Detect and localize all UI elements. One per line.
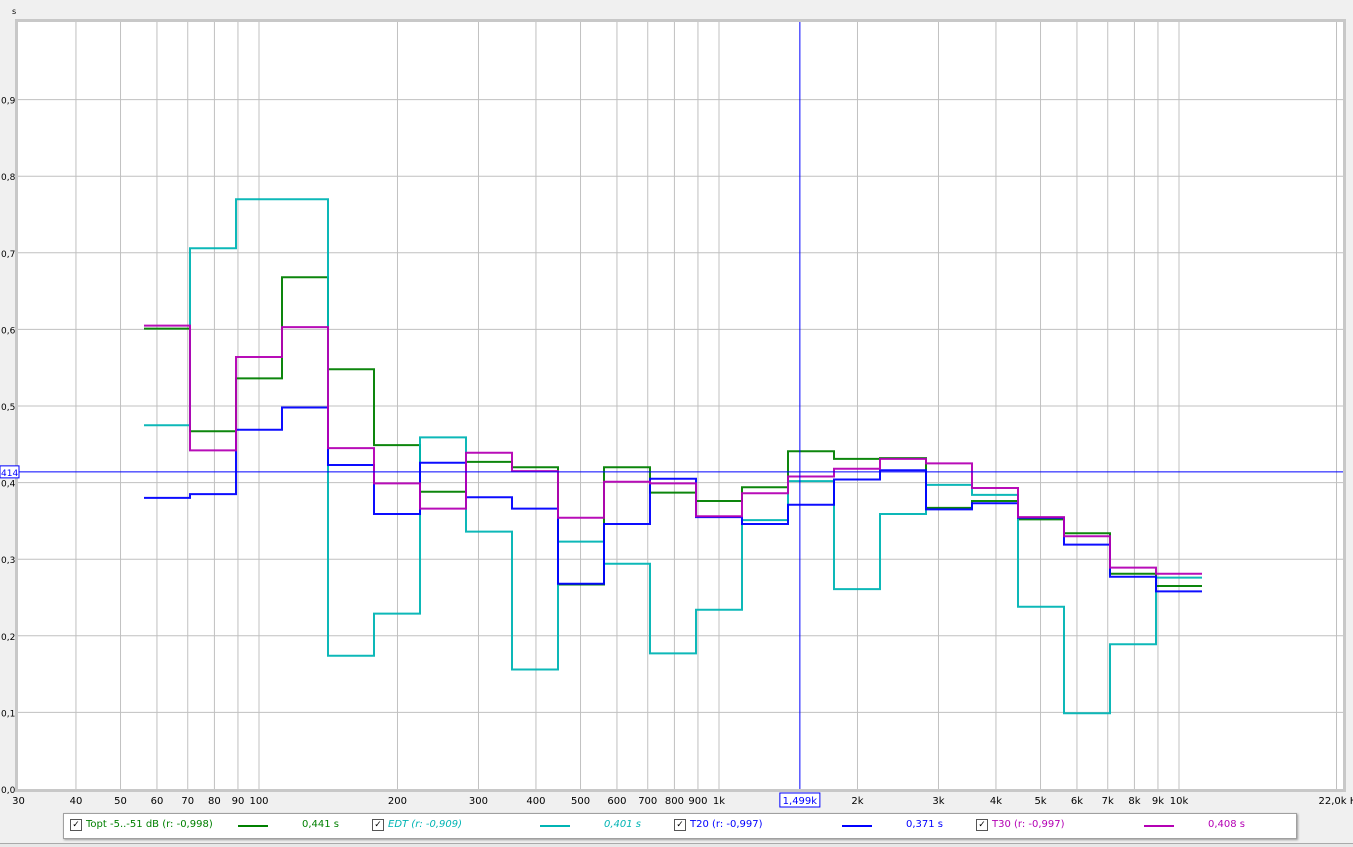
y-axis-unit: s: [12, 7, 16, 16]
legend-cursor-value-1: 0,401 s: [604, 819, 642, 830]
x-tick-label: 22,0k Hz: [1319, 796, 1353, 807]
legend-checkbox-1[interactable]: ✓: [372, 819, 384, 831]
y-tick-label: 0,8: [1, 173, 16, 183]
x-tick-label: 900: [688, 796, 707, 807]
legend-cursor-value-0: 0,441 s: [302, 819, 340, 830]
legend-swatch-3: [1144, 825, 1174, 827]
cursor-x-label: 1,499k: [783, 796, 818, 807]
y-tick-label: 0,3: [1, 556, 15, 566]
legend-cursor-value-3: 0,408 s: [1208, 819, 1246, 830]
x-tick-label: 300: [469, 796, 488, 807]
x-tick-label: 6k: [1071, 796, 1083, 807]
x-tick-label: 200: [388, 796, 407, 807]
y-tick-label: 0,7: [1, 250, 15, 260]
x-tick-label: 600: [607, 796, 626, 807]
x-tick-label: 5k: [1034, 796, 1046, 807]
x-tick-label: 1k: [713, 796, 725, 807]
x-tick-label: 9k: [1152, 796, 1164, 807]
legend-label-2: T20 (r: -0,997): [690, 819, 763, 830]
legend-swatch-0: [238, 825, 268, 827]
status-bar: [0, 843, 1353, 847]
legend-swatch-1: [540, 825, 570, 827]
x-tick-label: 50: [114, 796, 127, 807]
y-tick-label: 0,2: [1, 633, 15, 643]
x-tick-label: 500: [571, 796, 590, 807]
x-tick-label: 80: [208, 796, 221, 807]
x-tick-label: 10k: [1170, 796, 1189, 807]
x-tick-label: 700: [638, 796, 657, 807]
legend-checkbox-2[interactable]: ✓: [674, 819, 686, 831]
x-tick-label: 70: [181, 796, 194, 807]
x-tick-label: 60: [151, 796, 164, 807]
x-tick-label: 800: [665, 796, 684, 807]
x-tick-label: 7k: [1102, 796, 1114, 807]
y-tick-label: 0,4: [1, 480, 16, 490]
x-tick-label: 40: [70, 796, 83, 807]
legend-cursor-value-2: 0,371 s: [906, 819, 944, 830]
legend: ✓ Topt -5..-51 dB (r: -0,998) 0,441 s ✓ EDT …: [63, 813, 1297, 839]
x-tick-label: 8k: [1128, 796, 1140, 807]
x-tick-label: 400: [526, 796, 545, 807]
legend-checkbox-0[interactable]: ✓: [70, 819, 82, 831]
y-tick-label: 0,9: [1, 97, 16, 107]
x-tick-label: 100: [249, 796, 268, 807]
y-tick-label: 0,1: [1, 709, 15, 719]
x-tick-label: 2k: [851, 796, 863, 807]
legend-label-1: EDT (r: -0,909): [388, 819, 463, 830]
legend-swatch-2: [842, 825, 872, 827]
x-tick-label: 3k: [932, 796, 944, 807]
y-tick-label: 0,6: [1, 326, 16, 336]
x-tick-label: 90: [232, 796, 245, 807]
legend-label-3: T30 (r: -0,997): [992, 819, 1065, 830]
cursor-y-label: 414: [1, 469, 18, 479]
y-tick-label: 0,5: [1, 403, 15, 413]
y-tick-label: 0,0: [1, 786, 16, 796]
x-tick-label: 30: [12, 796, 25, 807]
legend-checkbox-3[interactable]: ✓: [976, 819, 988, 831]
rt-chart[interactable]: 30 40 50 60 70 80 90 100 200 300 400 500 600 700 800 90…: [0, 0, 1353, 846]
x-tick-label: 4k: [990, 796, 1002, 807]
legend-label-0: Topt -5..-51 dB (r: -0,998): [86, 819, 213, 830]
